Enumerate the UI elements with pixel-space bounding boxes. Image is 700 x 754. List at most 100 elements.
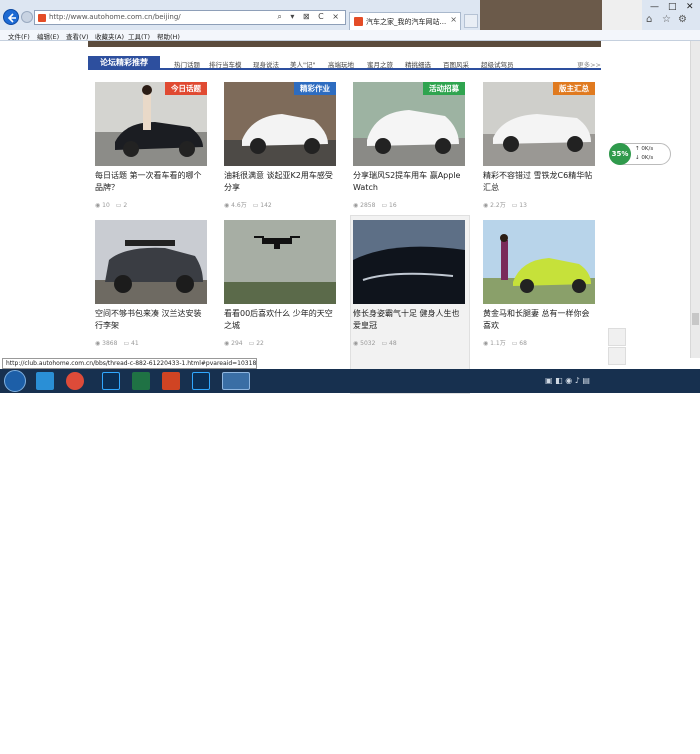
section-nav-item[interactable]: 美人"记" xyxy=(290,59,315,69)
feedback-side-button[interactable] xyxy=(608,328,626,346)
view-count: 4.6万 xyxy=(231,202,247,209)
post-thumbnail[interactable] xyxy=(483,220,595,304)
page-banner-strip-light xyxy=(602,0,642,30)
view-count: 2.2万 xyxy=(490,202,506,209)
photoshop-icon-2[interactable] xyxy=(192,372,210,390)
download-speed: ↓ 0K/s xyxy=(635,155,654,161)
car-photo-image xyxy=(353,220,465,304)
card-tag: 活动招募 xyxy=(423,82,465,95)
address-bar[interactable]: http://www.autohome.com.cn/beijing/ ⌕ ▾ … xyxy=(34,10,346,25)
comment-count: 2 xyxy=(123,202,128,209)
vertical-scrollbar[interactable] xyxy=(690,41,700,358)
post-thumbnail[interactable] xyxy=(353,220,465,304)
car-photo-image xyxy=(95,220,207,304)
car-photo-image xyxy=(483,220,595,304)
tray-icons[interactable]: ▣ ◧ ◉ ♪ ▤ xyxy=(545,376,590,385)
settings-gear-icon[interactable]: ⚙ xyxy=(678,14,687,25)
post-title[interactable]: 黄金马和长腿妻 总有一样你会喜欢 xyxy=(483,308,595,332)
back-button[interactable] xyxy=(3,9,19,25)
home-icon[interactable]: ⌂ xyxy=(646,14,652,25)
network-speed-widget[interactable]: 35% ↑ 0K/s ↓ 0K/s xyxy=(609,143,671,165)
back-to-top-button[interactable] xyxy=(608,347,626,365)
comment-count: 48 xyxy=(389,340,397,347)
post-title[interactable]: 修长身姿霸气十足 健身人生也爱皇冠 xyxy=(353,308,465,332)
section-nav-item[interactable]: 百图风采 xyxy=(443,59,469,69)
internet-explorer-icon[interactable] xyxy=(222,372,250,390)
section-nav-item[interactable]: 排行当车模 xyxy=(209,59,242,69)
post-thumbnail[interactable]: 今日话题 xyxy=(95,82,207,166)
favorites-icon[interactable]: ☆ xyxy=(662,14,671,25)
windows-taskbar: ▣ ◧ ◉ ♪ ▤ 汽车之家 xyxy=(0,369,700,753)
view-count: 10 xyxy=(102,202,110,209)
post-thumbnail[interactable]: 精彩作业 xyxy=(224,82,336,166)
section-nav-item[interactable]: 热门话题 xyxy=(174,59,200,69)
scrollbar-thumb[interactable] xyxy=(692,313,699,325)
page-content: 论坛精彩推荐 热门话题 排行当车模 现身说法 美人"记" 高端玩地 蜜月之旅 精… xyxy=(0,41,690,394)
section-nav-item[interactable]: 蜜月之旅 xyxy=(367,59,393,69)
card-tag: 版主汇总 xyxy=(553,82,595,95)
comment-count: 41 xyxy=(131,340,139,347)
tab-favicon xyxy=(354,17,363,26)
upload-speed-value: 0K/s xyxy=(641,146,654,152)
section-nav-item[interactable]: 高端玩地 xyxy=(328,59,354,69)
start-button[interactable] xyxy=(4,370,26,392)
forward-button[interactable] xyxy=(21,11,33,23)
maximize-button[interactable]: □ xyxy=(668,2,677,12)
section-title: 论坛精彩推荐 xyxy=(88,56,160,70)
menu-edit[interactable]: 编辑(E) xyxy=(37,31,59,41)
menu-file[interactable]: 文件(F) xyxy=(8,31,30,41)
section-nav-item[interactable]: 现身说法 xyxy=(253,59,279,69)
post-meta: ◉ 3868 ▭ 41 xyxy=(95,340,139,347)
post-title[interactable]: 精彩不容错过 雪铁龙C6精华帖汇总 xyxy=(483,170,595,194)
chrome-icon[interactable] xyxy=(66,372,84,390)
post-meta: ◉ 1.1万 ▭ 68 xyxy=(483,340,527,347)
view-count: 5032 xyxy=(360,340,376,347)
post-thumbnail[interactable] xyxy=(95,220,207,304)
drone-photo-image xyxy=(224,220,336,304)
tab-title: 汽车之家_我的汽车网站... xyxy=(366,18,446,26)
post-thumbnail[interactable] xyxy=(224,220,336,304)
photoshop-icon[interactable] xyxy=(102,372,120,390)
post-title[interactable]: 分享瑞风S2提车用车 赢Apple Watch xyxy=(353,170,465,194)
section-more-link[interactable]: 更多>> xyxy=(577,59,601,69)
tab-close-icon[interactable]: × xyxy=(450,15,457,24)
card-tag: 今日话题 xyxy=(165,82,207,95)
download-speed-value: 0K/s xyxy=(641,155,654,161)
address-controls[interactable]: ⌕ ▾ ⊠ C × xyxy=(277,12,342,22)
post-thumbnail[interactable]: 活动招募 xyxy=(353,82,465,166)
browser-tab-active[interactable]: 汽车之家_我的汽车网站... × xyxy=(349,12,461,30)
post-title[interactable]: 油耗很满意 谈起亚K2用车感受分享 xyxy=(224,170,336,194)
view-count: 1.1万 xyxy=(490,340,506,347)
minimize-button[interactable]: — xyxy=(650,2,659,12)
post-meta: ◉ 5032 ▭ 48 xyxy=(353,340,397,347)
section-nav-item[interactable]: 超级试驾员 xyxy=(481,59,514,69)
post-thumbnail[interactable]: 版主汇总 xyxy=(483,82,595,166)
menu-tools[interactable]: 工具(T) xyxy=(128,31,150,41)
comment-count: 142 xyxy=(260,202,272,209)
widget-percent: 35% xyxy=(609,143,631,165)
comment-count: 22 xyxy=(256,340,264,347)
site-favicon xyxy=(38,14,46,22)
card-tag: 精彩作业 xyxy=(294,82,336,95)
post-title[interactable]: 空间不够书包来凑 汉兰达安装行李架 xyxy=(95,308,207,332)
new-tab-button[interactable] xyxy=(464,14,478,28)
post-meta: ◉ 4.6万 ▭ 142 xyxy=(224,202,272,209)
page-banner-strip xyxy=(480,0,602,30)
excel-icon[interactable] xyxy=(132,372,150,390)
powerpoint-icon[interactable] xyxy=(162,372,180,390)
view-count: 2858 xyxy=(360,202,376,209)
view-count: 294 xyxy=(231,340,243,347)
post-title[interactable]: 每日话题 第一次看车看的哪个品牌？ xyxy=(95,170,207,194)
address-url[interactable]: http://www.autohome.com.cn/beijing/ xyxy=(49,13,181,21)
post-meta: ◉ 10 ▭ 2 xyxy=(95,202,128,209)
comment-count: 16 xyxy=(389,202,397,209)
post-title[interactable]: 看看00后喜欢什么 少年的天空之城 xyxy=(224,308,336,332)
close-window-button[interactable]: ✕ xyxy=(686,2,694,12)
view-count: 3868 xyxy=(102,340,118,347)
back-arrow-icon xyxy=(7,13,16,23)
menu-view[interactable]: 查看(V) xyxy=(66,31,89,41)
menu-help[interactable]: 帮助(H) xyxy=(157,31,180,41)
menu-favorites[interactable]: 收藏夹(A) xyxy=(95,31,124,41)
section-nav-item[interactable]: 精挑细选 xyxy=(405,59,431,69)
cloud-app-icon[interactable] xyxy=(36,372,54,390)
